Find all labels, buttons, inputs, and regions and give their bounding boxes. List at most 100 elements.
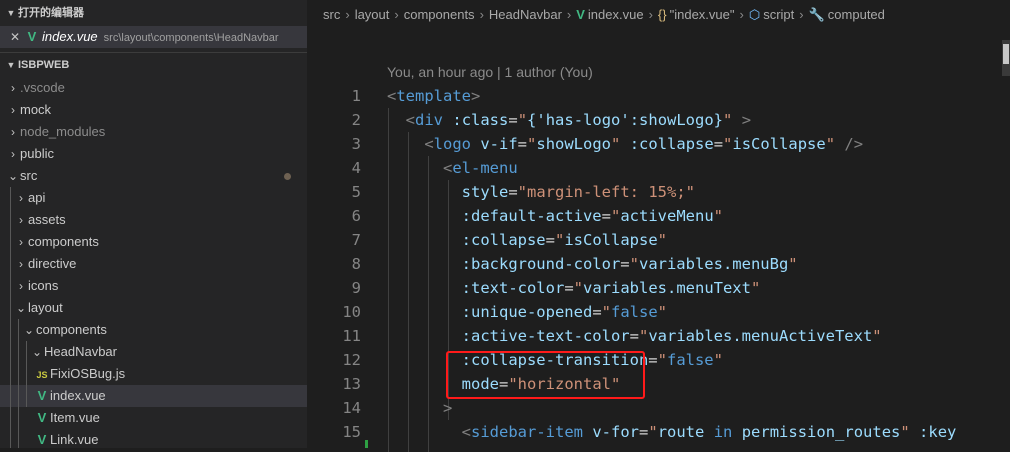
line-number: 1 <box>351 87 361 105</box>
file-tree: › .vscode › mock › node_modules › public ⌄ sr… <box>0 77 307 448</box>
code-line: 10 :unique-opened="false" <box>307 300 1010 324</box>
tree-item-src[interactable]: ⌄ src <box>0 165 307 187</box>
code-line: 6 :default-active="activeMenu" <box>307 204 1010 228</box>
tree-item-public[interactable]: › public <box>0 143 307 165</box>
code-token: isCollapse <box>732 135 826 153</box>
tree-item-mock[interactable]: › mock <box>0 99 307 121</box>
vue-file-icon: V <box>37 410 47 425</box>
code-line: 14 > <box>307 396 1010 420</box>
breadcrumb-item[interactable]: computed <box>828 7 885 22</box>
code-token: :collapse <box>629 135 714 153</box>
breadcrumb-item[interactable]: HeadNavbar <box>489 7 562 22</box>
code-token: template <box>396 87 471 105</box>
line-number: 4 <box>351 159 361 177</box>
chevron-right-icon: › <box>11 103 15 117</box>
chevron-down-icon: ▼ <box>6 60 16 70</box>
code-line: 1 <template> <box>307 84 1010 108</box>
tree-item-api[interactable]: › api <box>0 187 307 209</box>
code-token: :text-color <box>461 279 565 297</box>
code-token: false <box>611 303 658 321</box>
indent-guide <box>18 407 19 429</box>
indent-guide <box>26 363 27 385</box>
code-token: variables.menuBg <box>638 255 789 273</box>
code-line: 9 :text-color="variables.menuText" <box>307 276 1010 300</box>
tree-item-icons[interactable]: › icons <box>0 275 307 297</box>
vue-file-icon: V <box>27 29 37 44</box>
tree-item-label: assets <box>28 212 66 227</box>
chevron-down-icon: ⌄ <box>7 169 19 183</box>
vue-file-icon: V <box>37 432 47 447</box>
breadcrumb-item[interactable]: "index.vue" <box>670 7 735 22</box>
close-icon[interactable]: ✕ <box>10 26 24 48</box>
code-line: 11 :active-text-color="variables.menuAct… <box>307 324 1010 348</box>
tree-item-vscode[interactable]: › .vscode <box>0 77 307 99</box>
tree-item-assets[interactable]: › assets <box>0 209 307 231</box>
line-number: 3 <box>351 135 361 153</box>
code-token: :collapse <box>461 231 546 249</box>
indent-guide <box>10 385 11 407</box>
code-line: 12 :collapse-transition="false" <box>307 348 1010 372</box>
tree-item-link-vue[interactable]: V Link.vue <box>0 429 307 448</box>
line-number: 12 <box>342 351 361 369</box>
tree-item-label: Link.vue <box>50 432 99 447</box>
open-editors-title: 打开的编辑器 <box>18 7 84 19</box>
tree-item-label: index.vue <box>50 388 106 403</box>
code-token: :default-active <box>461 207 602 225</box>
line-number: 11 <box>342 327 361 345</box>
tree-item-item-vue[interactable]: V Item.vue <box>0 407 307 429</box>
breadcrumb-item[interactable]: index.vue <box>588 7 644 22</box>
explorer-sidebar: ▼ 打开的编辑器 ✕ Vindex.vue src\layout\components… <box>0 0 307 448</box>
tree-item-components[interactable]: › components <box>0 231 307 253</box>
breadcrumb-item[interactable]: layout <box>355 7 390 22</box>
indent-guide <box>10 297 11 319</box>
breadcrumb-item[interactable]: script <box>763 7 794 22</box>
minimap-slider[interactable] <box>1002 40 1010 76</box>
breadcrumb-item[interactable]: src <box>323 7 340 22</box>
code-line: 8 :background-color="variables.menuBg" <box>307 252 1010 276</box>
open-editor-filename: index.vue <box>42 29 98 44</box>
code-line: 3 <logo v-if="showLogo" :collapse="isCol… <box>307 132 1010 156</box>
breadcrumb: src › layout › components › HeadNavbar › Vindex.… <box>307 0 1010 30</box>
indent-guide <box>26 385 27 407</box>
tree-item-node-modules[interactable]: › node_modules <box>0 121 307 143</box>
code-line: 4 <el-menu <box>307 156 1010 180</box>
code-line: 15 <sidebar-item v-for="route in permiss… <box>307 420 1010 444</box>
code-token: in <box>713 423 733 441</box>
chevron-right-icon: › <box>19 257 23 271</box>
tree-item-label: mock <box>20 102 52 117</box>
line-number: 2 <box>351 111 361 129</box>
indent-guide <box>18 341 19 363</box>
chevron-down-icon: ⌄ <box>31 345 43 359</box>
open-editors-section-header[interactable]: ▼ 打开的编辑器 <box>0 0 307 26</box>
tree-item-label: directive <box>28 256 77 271</box>
indent-guide <box>26 341 27 363</box>
codelens-blame[interactable]: You, an hour ago | 1 author (You) <box>387 64 593 80</box>
wrench-icon: 🔧 <box>808 7 825 22</box>
code-line: 2 <div :class="{'has-logo':showLogo}" > <box>307 108 1010 132</box>
js-file-icon: JS <box>36 370 48 380</box>
tree-item-label: node_modules <box>20 124 106 139</box>
open-editor-item[interactable]: ✕ Vindex.vue src\layout\components\HeadNav… <box>0 26 307 48</box>
code-line: 5 style="margin-left: 15%;" <box>307 180 1010 204</box>
breadcrumb-item[interactable]: components <box>404 7 475 22</box>
tree-item-label: layout <box>28 300 63 315</box>
project-section-header[interactable]: ▼ ISBPWEB <box>0 53 307 77</box>
indent-guide <box>10 209 11 231</box>
chevron-down-icon: ▼ <box>6 8 16 18</box>
tree-item-headnavbar[interactable]: ⌄ HeadNavbar <box>0 341 307 363</box>
tree-item-fixiosbug[interactable]: JS FixiOSBug.js <box>0 363 307 385</box>
tree-item-layout-components[interactable]: ⌄ components <box>0 319 307 341</box>
chevron-right-icon: › <box>11 125 15 139</box>
tree-item-index-vue[interactable]: Vindex.vue <box>0 385 307 407</box>
code-area[interactable]: 1 <template> 2 <div :class="{'has-logo':s… <box>307 84 1010 452</box>
code-token: showLogo <box>536 135 612 153</box>
code-line: 13 mode="horizontal" <box>307 372 1010 396</box>
line-number: 10 <box>342 303 361 321</box>
code-editor[interactable]: src › layout › components › HeadNavbar › Vindex.… <box>307 0 1010 452</box>
chevron-right-icon: › <box>648 7 653 22</box>
tree-item-layout[interactable]: ⌄ layout <box>0 297 307 319</box>
indent-guide <box>18 363 19 385</box>
tree-item-directive[interactable]: › directive <box>0 253 307 275</box>
braces-icon: {} <box>657 7 667 22</box>
chevron-right-icon: › <box>566 7 572 22</box>
